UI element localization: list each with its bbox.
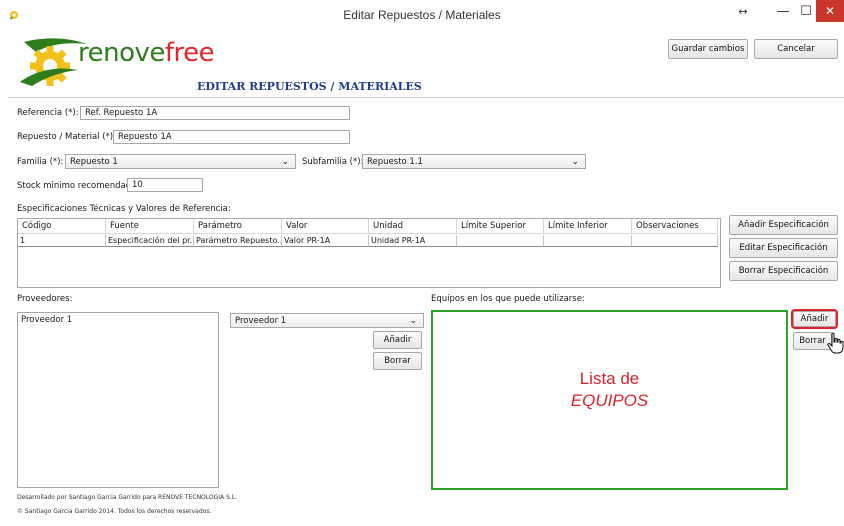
proveedores-list[interactable]: Proveedor 1 (17, 312, 219, 488)
proveedores-label: Proveedores: (17, 294, 73, 304)
column-header[interactable]: Parámetro (194, 219, 282, 234)
familia-label: Familia (*): (17, 157, 64, 167)
familia-select[interactable]: Repuesto 1 ⌄ (65, 154, 296, 169)
footer-copyright: © Santiago Garcia Garrido 2014. Todos lo… (17, 508, 212, 515)
table-cell[interactable]: Especificación del pr... (106, 235, 194, 247)
window-title: Editar Repuestos / Materiales (343, 8, 501, 22)
title-bar: Editar Repuestos / Materiales ↔ — ☐ ✕ (0, 0, 844, 31)
table-cell[interactable] (544, 235, 632, 247)
familia-value: Repuesto 1 (70, 157, 118, 167)
subfamilia-select[interactable]: Repuesto 1.1 ⌄ (362, 154, 586, 169)
referencia-input[interactable]: Ref. Repuesto 1A (80, 106, 350, 120)
page-title: EDITAR REPUESTOS / MATERIALES (197, 80, 422, 93)
resize-arrows-icon[interactable]: ↔ (732, 0, 754, 22)
edit-spec-button[interactable]: Editar Especificación (729, 238, 838, 258)
add-spec-button[interactable]: Añadir Especificación (729, 215, 838, 235)
chevron-down-icon: ⌄ (281, 157, 289, 167)
list-item[interactable]: Proveedor 1 (18, 313, 218, 327)
stock-label: Stock minimo recomendado: (17, 181, 140, 191)
chevron-down-icon: ⌄ (409, 316, 417, 326)
column-header[interactable]: Límite Inferior (544, 219, 632, 234)
table-cell[interactable] (457, 235, 544, 247)
column-header[interactable]: Valor (282, 219, 369, 234)
proveedor-selected: Proveedor 1 (235, 316, 287, 326)
referencia-label: Referencia (*): (17, 108, 79, 118)
minimize-icon[interactable]: — (770, 0, 796, 22)
subfamilia-label: Subfamilia (*): (302, 157, 364, 167)
close-icon[interactable]: ✕ (816, 0, 844, 22)
add-proveedor-button[interactable]: Añadir (373, 331, 422, 349)
table-cell[interactable]: Parámetro Repuesto... (194, 235, 282, 247)
column-header[interactable]: Observaciones (632, 219, 718, 234)
repuesto-input[interactable]: Repuesto 1A (113, 130, 350, 144)
logo-wordmark: renovefree (78, 38, 215, 68)
table-cell[interactable]: 1 (18, 235, 106, 247)
table-cell[interactable]: Unidad PR-1A (369, 235, 457, 247)
chevron-down-icon: ⌄ (571, 157, 579, 167)
specs-table[interactable]: Código Fuente Parámetro Valor Unidad Lím… (17, 218, 721, 288)
table-cell[interactable]: Valor PR-1A (282, 235, 369, 247)
column-header[interactable]: Límite Superior (457, 219, 544, 234)
save-button[interactable]: Guardar cambios (668, 39, 748, 59)
delete-proveedor-button[interactable]: Borrar (373, 352, 422, 370)
delete-spec-button[interactable]: Borrar Especificación (729, 261, 838, 281)
column-header[interactable]: Unidad (369, 219, 457, 234)
column-header[interactable]: Código (18, 219, 106, 234)
equipos-placeholder: Lista de EQUIPOS (431, 368, 788, 412)
equipos-label: Equipos en los que puede utilizarse: (431, 294, 585, 304)
proveedor-select[interactable]: Proveedor 1 ⌄ (230, 313, 424, 328)
logo-text-accent: free (164, 38, 215, 68)
maximize-icon[interactable]: ☐ (796, 0, 816, 22)
hand-cursor-icon (827, 332, 844, 354)
logo-text-main: renove (78, 38, 165, 68)
table-cell[interactable] (632, 235, 718, 247)
footer-credit: Desarrollado por Santiago Garcia Garrido… (17, 494, 238, 501)
cancel-button[interactable]: Cancelar (754, 39, 838, 59)
equipos-placeholder-line2: EQUIPOS (570, 391, 649, 410)
add-equipo-button[interactable]: Añadir (791, 309, 838, 329)
repuesto-label: Repuesto / Material (*): (17, 132, 116, 142)
equipos-placeholder-line1: Lista de (579, 369, 640, 388)
column-header[interactable]: Fuente (106, 219, 194, 234)
specs-section-label: Especificaciones Técnicas y Valores de R… (17, 204, 231, 214)
stock-input[interactable]: 10 (127, 178, 203, 192)
subfamilia-value: Repuesto 1.1 (367, 157, 423, 167)
